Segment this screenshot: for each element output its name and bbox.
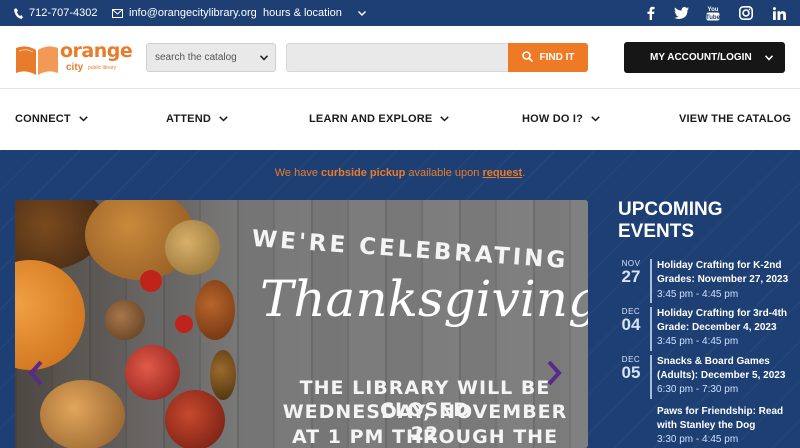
event-time: 3:45 pm - 4:45 pm <box>657 336 739 347</box>
nav-how-do-i[interactable]: HOW DO I? <box>522 89 600 149</box>
request-link[interactable]: request <box>482 167 522 179</box>
account-login-label: MY ACCOUNT/LOGIN <box>650 52 752 63</box>
event-date: NOV 27 <box>618 259 644 285</box>
nav-connect[interactable]: CONNECT <box>15 89 88 149</box>
hours-location-dropdown[interactable]: hours & location <box>263 0 366 26</box>
event-time: 6:30 pm - 7:30 pm <box>657 384 739 395</box>
hero-carousel[interactable]: WE'RE CELEBRATING Thanksgiving THE LIBRA… <box>15 200 588 448</box>
youtube-wordmark: You <box>708 7 719 13</box>
search-icon <box>521 50 533 65</box>
event-time: 3:45 pm - 4:45 pm <box>657 289 739 300</box>
banner-line-3: AT 1 PM THROUGH THE <box>291 426 559 448</box>
site-logo[interactable]: orange city public library <box>14 38 134 78</box>
chevron-down-icon <box>591 113 600 125</box>
site-header: orange city public library search the ca… <box>0 26 800 88</box>
upcoming-events-heading: UPCOMING EVENTS <box>618 199 723 242</box>
search-scope-select[interactable]: search the catalog <box>146 43 276 72</box>
notice-middle: available upon <box>405 167 483 179</box>
chevron-left-icon <box>28 360 43 386</box>
email-address: info@orangecitylibrary.org <box>129 7 257 19</box>
nav-learn-and-explore[interactable]: LEARN AND EXPLORE <box>309 89 450 149</box>
event-day: 04 <box>621 315 641 334</box>
chevron-down-icon <box>357 10 366 16</box>
notice-prefix: We have <box>274 167 322 179</box>
twitter-icon[interactable] <box>671 0 691 26</box>
find-it-label: FIND IT <box>539 52 575 63</box>
logo-city: city <box>66 62 84 73</box>
event-date: DEC 05 <box>618 355 644 381</box>
account-login-button[interactable]: MY ACCOUNT/LOGIN <box>624 42 785 73</box>
carousel-prev-arrow[interactable] <box>28 360 44 391</box>
nav-attend[interactable]: ATTEND <box>166 89 228 149</box>
facebook-icon[interactable] <box>641 0 661 26</box>
linkedin-icon[interactable] <box>769 0 789 26</box>
chevron-down-icon <box>79 113 88 125</box>
main-nav: CONNECT ATTEND LEARN AND EXPLORE HOW DO … <box>0 88 800 150</box>
chevron-right-icon <box>547 360 562 386</box>
nav-catalog-label: VIEW THE CATALOG <box>679 113 792 125</box>
event-day: 05 <box>621 363 641 382</box>
book-icon <box>16 46 58 75</box>
hours-location-label: hours & location <box>263 7 342 19</box>
logo-wordmark: orange <box>60 40 133 62</box>
chevron-down-icon <box>219 113 228 125</box>
main-content: We have curbside pickup available upon r… <box>0 150 800 448</box>
event-title[interactable]: Holiday Crafting for K-2nd Grades: Novem… <box>657 259 797 287</box>
phone-icon <box>14 7 23 19</box>
logo-tagline: public library <box>88 65 117 71</box>
youtube-tube-text: Tube <box>706 15 720 21</box>
top-bar: 712-707-4302 info@orangecitylibrary.org … <box>0 0 800 26</box>
event-divider <box>650 355 652 399</box>
notice-suffix: . <box>522 167 526 179</box>
nav-learn-label: LEARN AND EXPLORE <box>309 113 433 125</box>
nav-view-catalog[interactable]: VIEW THE CATALOG <box>679 89 791 149</box>
search-input[interactable] <box>286 43 508 72</box>
event-title[interactable]: Holiday Crafting for 3rd-4th Grade: Dece… <box>657 307 797 335</box>
youtube-icon[interactable]: You Tube <box>703 0 723 26</box>
envelope-icon <box>112 8 123 18</box>
find-it-button[interactable]: FIND IT <box>508 43 588 72</box>
event-divider <box>650 259 652 303</box>
event-day: 27 <box>621 267 641 286</box>
nav-how-label: HOW DO I? <box>522 113 584 125</box>
banner-script-title: Thanksgiving <box>260 270 588 328</box>
carousel-next-arrow[interactable] <box>546 360 562 391</box>
phone-number: 712-707-4302 <box>29 7 98 19</box>
event-time: 3:30 pm - 4:45 pm <box>657 434 739 445</box>
event-divider <box>650 307 652 351</box>
nav-attend-label: ATTEND <box>166 113 211 125</box>
curbside-notice: We have curbside pickup available upon r… <box>0 167 800 179</box>
event-date: DEC 04 <box>618 307 644 333</box>
phone-link[interactable]: 712-707-4302 <box>14 0 98 26</box>
nav-connect-label: CONNECT <box>15 113 71 125</box>
chevron-down-icon <box>259 53 269 64</box>
notice-bold: curbside pickup <box>321 167 406 179</box>
instagram-icon[interactable] <box>736 0 756 26</box>
email-link[interactable]: info@orangecitylibrary.org <box>112 0 257 26</box>
chevron-down-icon <box>764 53 774 64</box>
event-title[interactable]: Paws for Friendship: Read with Stanley t… <box>657 405 797 433</box>
chevron-down-icon <box>440 113 450 125</box>
search-scope-value: search the catalog <box>155 52 237 63</box>
event-title[interactable]: Snacks & Board Games (Adults): December … <box>657 355 797 383</box>
